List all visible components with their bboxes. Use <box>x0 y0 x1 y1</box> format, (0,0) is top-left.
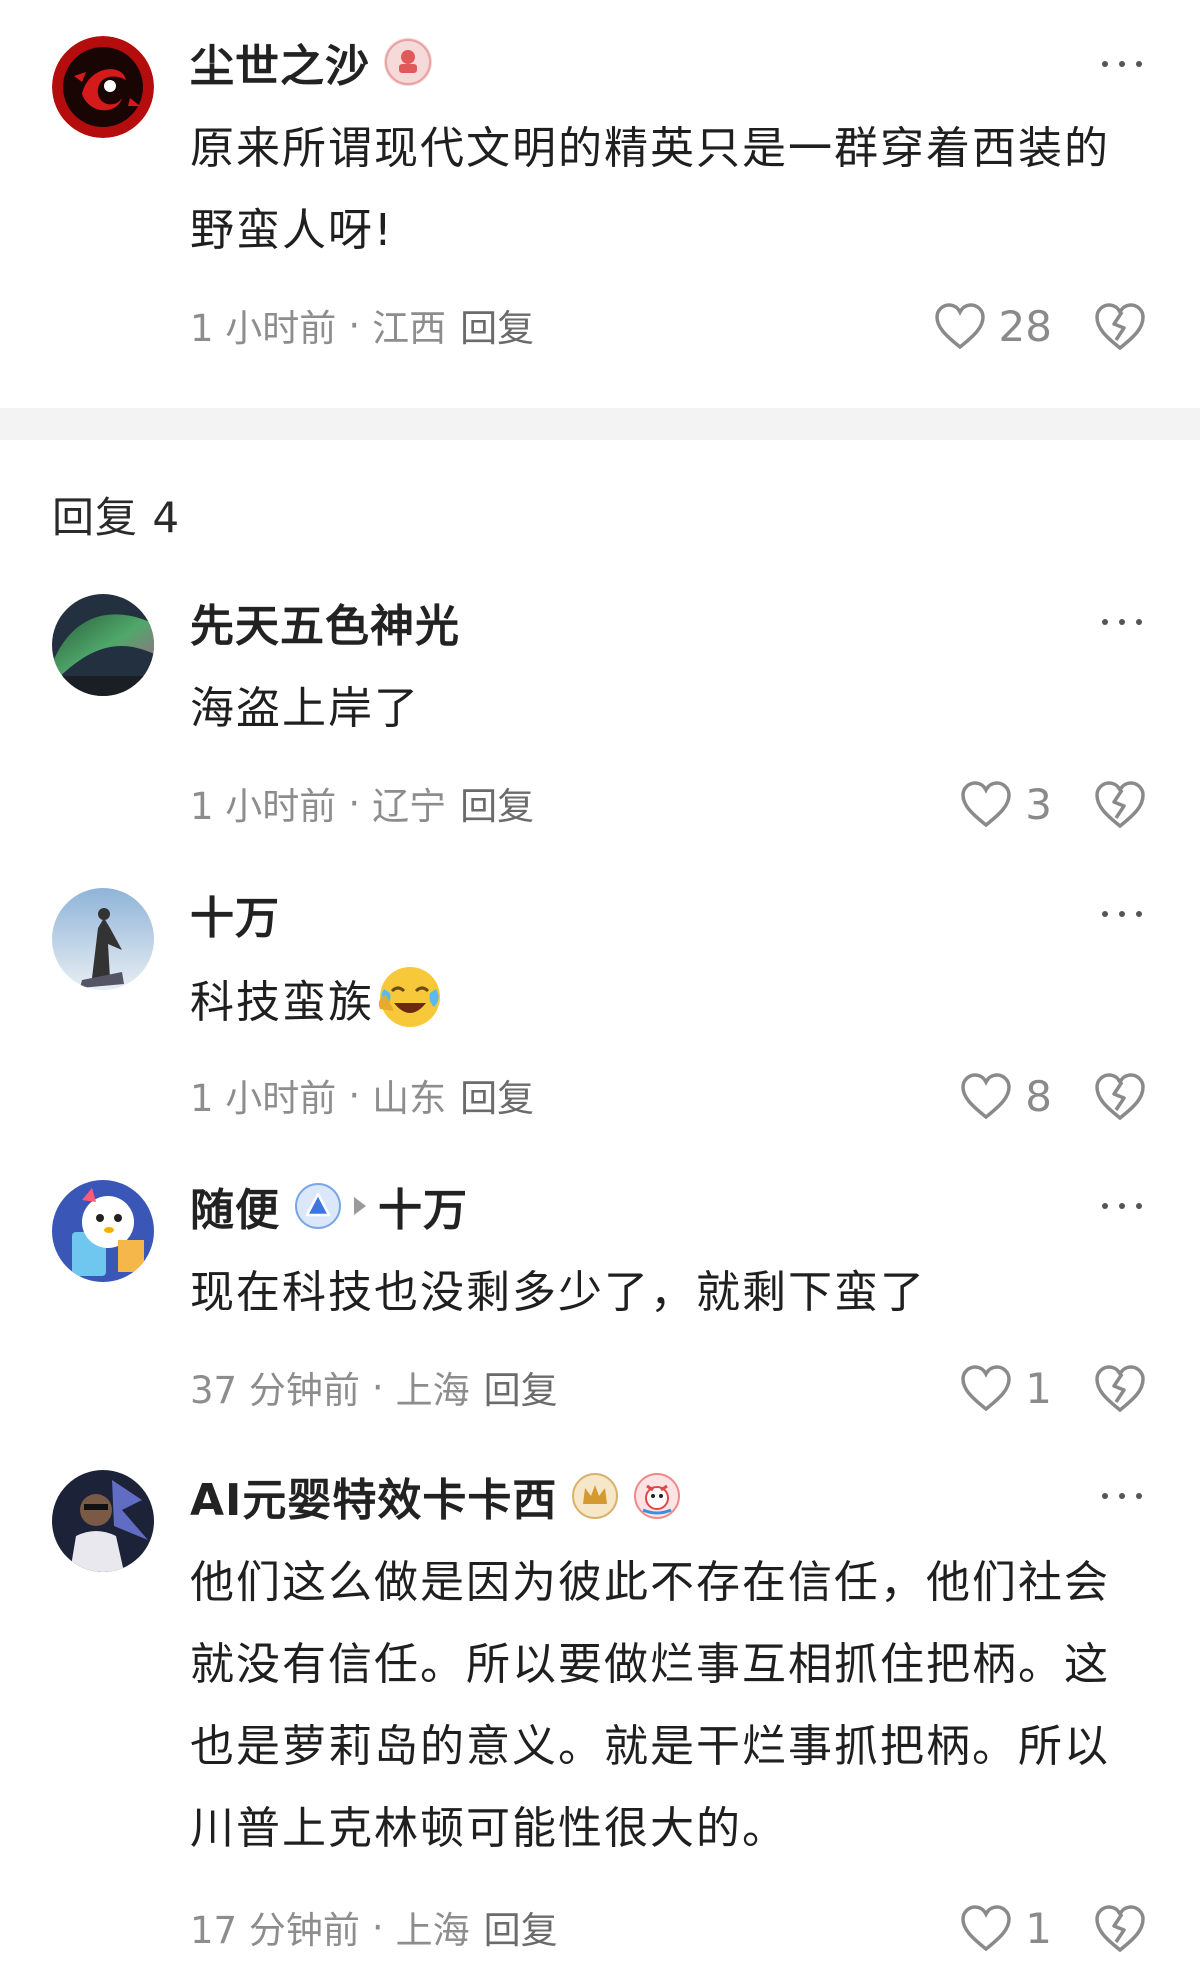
avatar[interactable] <box>52 1470 154 1572</box>
more-options-icon[interactable] <box>1102 54 1142 74</box>
like-button[interactable]: 28 <box>933 298 1052 354</box>
timestamp: 1 小时前 <box>190 785 337 828</box>
separator: · <box>348 303 361 347</box>
separator: · <box>348 1073 361 1117</box>
comment-text: 现在科技也没剩多少了，就剩下蛮了 <box>190 1267 926 1318</box>
timestamp: 1 小时前 <box>190 1077 337 1120</box>
timestamp: 17 分钟前 <box>190 1909 360 1952</box>
reply-button[interactable]: 回复 <box>460 776 534 830</box>
heart-icon <box>934 303 985 350</box>
location: 上海 <box>395 1369 470 1412</box>
username[interactable]: AI元婴特效卡卡西 <box>190 1464 557 1528</box>
location: 江西 <box>372 307 447 350</box>
reply-button[interactable]: 回复 <box>460 1068 534 1122</box>
level-badge-icon <box>294 1182 342 1230</box>
separator: · <box>371 1365 384 1409</box>
avatar[interactable] <box>52 888 154 990</box>
location: 辽宁 <box>372 785 447 828</box>
laughing-crying-emoji-icon <box>376 963 444 1031</box>
avatar[interactable] <box>52 36 154 138</box>
comment-meta: 1 小时前 · 江西 回复 <box>190 298 534 352</box>
more-options-icon[interactable] <box>1102 1486 1142 1506</box>
reply-to-username[interactable]: 十万 <box>378 1174 468 1238</box>
like-count: 1 <box>1025 1363 1052 1413</box>
like-button[interactable]: 1 <box>959 1360 1052 1416</box>
like-count: 3 <box>1025 779 1052 829</box>
section-divider <box>0 408 1200 440</box>
comment-text: 海盗上岸了 <box>190 683 420 734</box>
crown-badge-icon <box>571 1472 619 1520</box>
level-badge-icon <box>384 38 432 86</box>
username[interactable]: 尘世之沙 <box>190 30 370 94</box>
separator: · <box>348 781 361 825</box>
comment-text: 原来所谓现代文明的精英只是一群穿着西装的野蛮人呀! <box>190 123 1110 256</box>
comment-meta: 17 分钟前 · 上海 回复 <box>190 1900 558 1954</box>
username[interactable]: 十万 <box>190 882 280 946</box>
avatar[interactable] <box>52 1180 154 1282</box>
more-options-icon[interactable] <box>1102 904 1142 924</box>
location: 上海 <box>395 1909 470 1952</box>
heart-icon <box>961 1073 1012 1120</box>
location: 山东 <box>372 1077 447 1120</box>
comment-text: 科技蛮族 <box>190 962 1130 1044</box>
separator: · <box>371 1905 384 1949</box>
username[interactable]: 先天五色神光 <box>190 590 460 654</box>
dislike-icon[interactable] <box>1092 1360 1148 1416</box>
comment-text: 他们这么做是因为彼此不存在信任，他们社会就没有信任。所以要做烂事互相抓住把柄。这… <box>190 1557 1110 1854</box>
like-button[interactable]: 1 <box>959 1900 1052 1956</box>
heart-icon <box>961 1905 1012 1952</box>
like-count: 1 <box>1025 1903 1052 1953</box>
reply-button[interactable]: 回复 <box>460 298 534 352</box>
heart-icon <box>961 1365 1012 1412</box>
mascot-badge-icon <box>633 1472 681 1520</box>
like-button[interactable]: 8 <box>959 1068 1052 1124</box>
like-button[interactable]: 3 <box>959 776 1052 832</box>
like-count: 28 <box>998 301 1052 351</box>
replies-header: 回复 4 <box>52 493 181 542</box>
comment-meta: 1 小时前 · 山东 回复 <box>190 1068 534 1122</box>
more-options-icon[interactable] <box>1102 1196 1142 1216</box>
reply-button[interactable]: 回复 <box>484 1360 558 1414</box>
comment-meta: 1 小时前 · 辽宁 回复 <box>190 776 534 830</box>
reply-arrow-icon <box>354 1197 366 1215</box>
avatar[interactable] <box>52 594 154 696</box>
dislike-icon[interactable] <box>1092 776 1148 832</box>
timestamp: 1 小时前 <box>190 307 337 350</box>
heart-icon <box>961 781 1012 828</box>
dislike-icon[interactable] <box>1092 1900 1148 1956</box>
username[interactable]: 随便 <box>190 1174 280 1238</box>
dislike-icon[interactable] <box>1092 1068 1148 1124</box>
comment-text-content: 科技蛮族 <box>190 977 374 1028</box>
reply-button[interactable]: 回复 <box>484 1900 558 1954</box>
dislike-icon[interactable] <box>1092 298 1148 354</box>
more-options-icon[interactable] <box>1102 612 1142 632</box>
like-count: 8 <box>1025 1071 1052 1121</box>
timestamp: 37 分钟前 <box>190 1369 360 1412</box>
comment-meta: 37 分钟前 · 上海 回复 <box>190 1360 558 1414</box>
